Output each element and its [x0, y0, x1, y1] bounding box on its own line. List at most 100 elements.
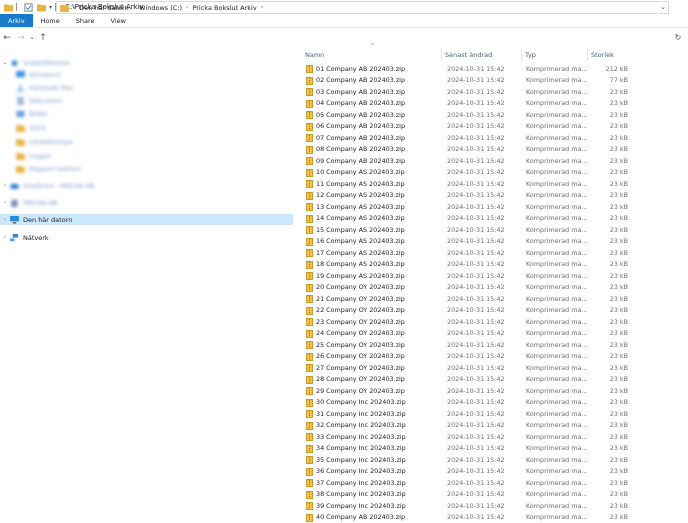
- file-row[interactable]: 39 Company Inc 202403.zip 2024-10-31 15:4…: [302, 500, 632, 512]
- file-row[interactable]: 15 Company AS 202403.zip 2024-10-31 15:42…: [302, 224, 632, 236]
- refresh-button[interactable]: ↻: [671, 31, 685, 44]
- file-row[interactable]: 08 Company AB 202403.zip 2024-10-31 15:42…: [302, 144, 632, 156]
- file-name: 37 Company Inc 202403.zip: [316, 478, 406, 487]
- file-row[interactable]: 30 Company Inc 202403.zip 2024-10-31 15:4…: [302, 397, 632, 409]
- file-row[interactable]: 02 Company AB 202403.zip 2024-10-31 15:42…: [302, 75, 632, 87]
- tab-share[interactable]: Share: [68, 14, 103, 27]
- tree-item-pictures[interactable]: Bilder: [6, 108, 48, 119]
- chevron-right-icon[interactable]: ›: [0, 182, 10, 189]
- file-row[interactable]: 35 Company Inc 202403.zip 2024-10-31 15:4…: [302, 454, 632, 466]
- breadcrumb-chevron-icon[interactable]: ›: [186, 4, 188, 11]
- file-row[interactable]: 34 Company Inc 202403.zip 2024-10-31 15:4…: [302, 443, 632, 455]
- address-bar[interactable]: › Den här datorn › Windows (C:) › Pricka…: [56, 1, 669, 14]
- file-date: 2024-10-31 15:42: [447, 398, 505, 407]
- chevron-right-icon[interactable]: ›: [0, 216, 10, 223]
- file-row[interactable]: 20 Company OY 202403.zip 2024-10-31 15:42…: [302, 282, 632, 294]
- file-row[interactable]: 16 Company AS 202403.zip 2024-10-31 15:42…: [302, 236, 632, 248]
- file-type: Komprimerad ma...: [526, 179, 588, 188]
- column-header-date[interactable]: Senast ändrad: [442, 48, 522, 61]
- tree-item-folder[interactable]: Rapport Sektion: [6, 163, 81, 174]
- file-row[interactable]: 07 Company AB 202403.zip 2024-10-31 15:42…: [302, 132, 632, 144]
- new-folder-icon[interactable]: [37, 3, 46, 12]
- file-row[interactable]: 32 Company Inc 202403.zip 2024-10-31 15:4…: [302, 420, 632, 432]
- address-dropdown-icon[interactable]: ⌄: [660, 3, 666, 11]
- file-row[interactable]: 03 Company AB 202403.zip 2024-10-31 15:42…: [302, 86, 632, 98]
- file-row[interactable]: 38 Company Inc 202403.zip 2024-10-31 15:4…: [302, 489, 632, 501]
- file-size: 23 kB: [609, 294, 628, 303]
- file-row[interactable]: 09 Company AB 202403.zip 2024-10-31 15:42…: [302, 155, 632, 167]
- breadcrumb-current-folder[interactable]: Pricka Bokslut Arkiv: [192, 4, 256, 12]
- file-row[interactable]: 11 Company AS 202403.zip 2024-10-31 15:42…: [302, 178, 632, 190]
- file-row[interactable]: 04 Company AB 202403.zip 2024-10-31 15:42…: [302, 98, 632, 110]
- tree-item-pricka[interactable]: › PRICKA AB: [0, 197, 57, 208]
- file-size: 23 kB: [609, 444, 628, 453]
- tree-item-folder-2024[interactable]: 2024: [6, 122, 46, 133]
- properties-icon[interactable]: [24, 2, 33, 12]
- customize-quick-access-icon[interactable]: ▾: [49, 4, 52, 11]
- file-row[interactable]: 24 Company OY 202403.zip 2024-10-31 15:42…: [302, 328, 632, 340]
- file-date: 2024-10-31 15:42: [447, 64, 505, 73]
- tree-item-downloads[interactable]: Hämtade filer: [6, 82, 74, 93]
- breadcrumb-chevron-icon[interactable]: ›: [73, 4, 75, 11]
- file-row[interactable]: 14 Company AS 202403.zip 2024-10-31 15:42…: [302, 213, 632, 225]
- tab-home[interactable]: Home: [33, 14, 68, 27]
- file-row[interactable]: 31 Company Inc 202403.zip 2024-10-31 15:4…: [302, 408, 632, 420]
- breadcrumb-windows-c[interactable]: Windows (C:): [139, 4, 182, 12]
- back-button[interactable]: ←: [0, 31, 14, 45]
- file-row[interactable]: 22 Company OY 202403.zip 2024-10-31 15:42…: [302, 305, 632, 317]
- file-row[interactable]: 27 Company OY 202403.zip 2024-10-31 15:42…: [302, 362, 632, 374]
- file-type: Komprimerad ma...: [526, 237, 588, 246]
- tree-label: Inkleddningar: [29, 137, 74, 146]
- tree-item-quick-access[interactable]: ⌄ Snabbåtkomst: [0, 57, 70, 68]
- file-row[interactable]: 29 Company OY 202403.zip 2024-10-31 15:42…: [302, 385, 632, 397]
- arrow-left-icon: ←: [3, 32, 11, 43]
- file-row[interactable]: 10 Company AS 202403.zip 2024-10-31 15:42…: [302, 167, 632, 179]
- file-row[interactable]: 40 Company AB 202403.zip 2024-10-31 15:42…: [302, 512, 632, 523]
- file-row[interactable]: 21 Company OY 202403.zip 2024-10-31 15:42…: [302, 293, 632, 305]
- chevron-down-icon[interactable]: ⌄: [0, 59, 10, 66]
- up-button[interactable]: ↑: [36, 31, 50, 45]
- tree-item-this-pc[interactable]: › Den här datorn: [0, 214, 293, 225]
- zip-file-icon: [306, 387, 313, 395]
- file-type: Komprimerad ma...: [526, 409, 588, 418]
- file-row[interactable]: 18 Company AS 202403.zip 2024-10-31 15:42…: [302, 259, 632, 271]
- chevron-right-icon[interactable]: ›: [0, 199, 10, 206]
- breadcrumb-chevron-icon[interactable]: ›: [133, 4, 135, 11]
- file-name: 07 Company AB 202403.zip: [316, 133, 405, 142]
- tree-item-documents[interactable]: Dokument: [6, 95, 63, 106]
- file-row[interactable]: 12 Company AS 202403.zip 2024-10-31 15:42…: [302, 190, 632, 202]
- file-row[interactable]: 05 Company AB 202403.zip 2024-10-31 15:42…: [302, 109, 632, 121]
- file-type: Komprimerad ma...: [526, 421, 588, 430]
- tab-arkiv[interactable]: Arkiv: [0, 14, 33, 27]
- file-row[interactable]: 17 Company AS 202403.zip 2024-10-31 15:42…: [302, 247, 632, 259]
- file-row[interactable]: 37 Company Inc 202403.zip 2024-10-31 15:4…: [302, 477, 632, 489]
- chevron-right-icon[interactable]: ›: [0, 234, 10, 241]
- file-row[interactable]: 25 Company OY 202403.zip 2024-10-31 15:42…: [302, 339, 632, 351]
- file-name: 20 Company OY 202403.zip: [316, 283, 405, 292]
- forward-button[interactable]: →: [14, 31, 28, 45]
- file-row[interactable]: 13 Company AS 202403.zip 2024-10-31 15:42…: [302, 201, 632, 213]
- recent-locations-button[interactable]: ⌄: [28, 31, 36, 45]
- file-row[interactable]: 26 Company OY 202403.zip 2024-10-31 15:42…: [302, 351, 632, 363]
- tree-item-desktop[interactable]: Skrivbord: [6, 69, 60, 80]
- breadcrumb-chevron-icon[interactable]: ›: [261, 4, 263, 11]
- file-date: 2024-10-31 15:42: [447, 409, 505, 418]
- zip-file-icon: [306, 398, 313, 407]
- tree-item-folder[interactable]: Inkleddningar: [6, 136, 74, 147]
- tree-item-folder[interactable]: Loggar: [6, 150, 51, 161]
- file-row[interactable]: 36 Company Inc 202403.zip 2024-10-31 15:4…: [302, 466, 632, 478]
- file-type: Komprimerad ma...: [526, 455, 588, 464]
- file-row[interactable]: 23 Company OY 202403.zip 2024-10-31 15:42…: [302, 316, 632, 328]
- tree-item-network[interactable]: › Nätverk: [0, 232, 49, 243]
- column-header-name[interactable]: Namn: [302, 48, 442, 61]
- tree-item-onedrive[interactable]: › OneDrive - PRICKA AB: [0, 180, 95, 191]
- file-row[interactable]: 33 Company Inc 202403.zip 2024-10-31 15:4…: [302, 431, 632, 443]
- breadcrumb-this-pc[interactable]: Den här datorn: [79, 4, 128, 12]
- file-row[interactable]: 01 Company AB 202403.zip 2024-10-31 15:42…: [302, 63, 632, 75]
- file-row[interactable]: 06 Company AB 202403.zip 2024-10-31 15:42…: [302, 121, 632, 133]
- file-row[interactable]: 28 Company OY 202403.zip 2024-10-31 15:42…: [302, 374, 632, 386]
- column-header-type[interactable]: Typ: [522, 48, 588, 61]
- column-header-size[interactable]: Storlek: [588, 48, 632, 61]
- tab-view[interactable]: View: [103, 14, 134, 27]
- file-row[interactable]: 19 Company AS 202403.zip 2024-10-31 15:42…: [302, 270, 632, 282]
